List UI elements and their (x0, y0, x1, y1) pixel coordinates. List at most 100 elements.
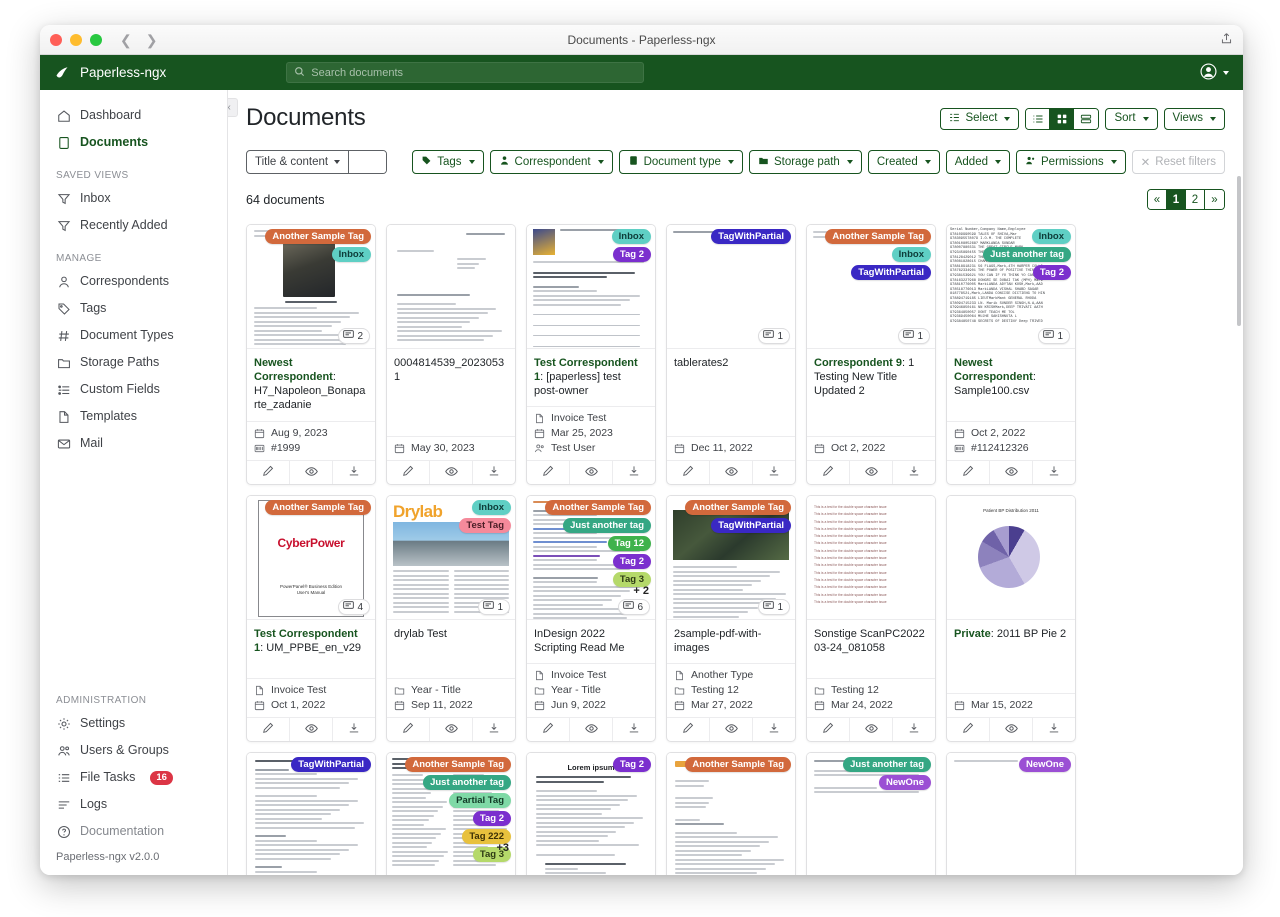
tag-pill[interactable]: Test Tag (459, 518, 511, 533)
tag-pill[interactable]: NewOne (1018, 757, 1071, 772)
minimize-window-button[interactable] (70, 33, 82, 46)
download-button[interactable] (333, 718, 375, 741)
download-button[interactable] (753, 461, 795, 484)
download-button[interactable] (473, 461, 515, 484)
edit-button[interactable] (387, 718, 430, 741)
preview-button[interactable] (850, 461, 893, 484)
document-card[interactable]: CyberPower PowerPanel® Business Edition Us… (246, 495, 376, 742)
sidebar-item-file-tasks[interactable]: File Tasks 16 (40, 764, 227, 791)
document-thumbnail[interactable]: Serial Number,Company Name,Employee 97810… (947, 225, 1075, 349)
tag-pill[interactable]: Tag 2 (472, 811, 511, 826)
document-thumbnail[interactable]: This is a test for the double space char… (807, 496, 935, 620)
document-card[interactable]: Serial Number,Company Name,Employee 97810… (946, 224, 1076, 485)
edit-button[interactable] (527, 461, 570, 484)
tag-pill[interactable]: TagWithPartial (711, 518, 791, 533)
tag-pill[interactable]: Another Sample Tag (405, 757, 511, 772)
sidebar-item-mail[interactable]: Mail (40, 430, 227, 457)
edit-button[interactable] (807, 461, 850, 484)
document-thumbnail[interactable] (387, 225, 515, 349)
edit-button[interactable] (387, 461, 430, 484)
document-card[interactable]: Another Sample Tag Inbox TagWithPartial 1 Co… (806, 224, 936, 485)
tag-pill[interactable]: Partial Tag (449, 793, 511, 808)
document-thumbnail[interactable]: Another Sample Tag Just another tag Partia… (387, 753, 515, 875)
share-icon[interactable] (1220, 32, 1233, 48)
tag-pill[interactable]: Inbox (891, 247, 931, 262)
tag-pill[interactable]: Tag 2 (612, 247, 651, 262)
download-button[interactable] (893, 461, 935, 484)
notes-badge[interactable]: 1 (758, 599, 790, 615)
tag-pill[interactable]: Just another tag (423, 775, 511, 790)
sidebar-item-custom-fields[interactable]: Custom Fields (40, 376, 227, 403)
document-thumbnail[interactable]: Lorem ipsum Tag 2 (527, 753, 655, 875)
document-thumbnail[interactable]: NewOne (947, 753, 1075, 875)
document-card[interactable]: Drylab Inbox Test Tag 1 drylab Test Year - Ti… (386, 495, 516, 742)
preview-button[interactable] (290, 718, 333, 741)
document-title[interactable]: Sonstige ScanPC2022 03-24_081058 (807, 620, 935, 663)
document-card[interactable]: Another Sample Tag (666, 752, 796, 875)
document-card[interactable]: TagWithPartialPrivate: French Country Br… (246, 752, 376, 875)
document-card[interactable]: Lorem ipsum Tag 2 (526, 752, 656, 875)
document-title[interactable]: tablerates2 (667, 349, 795, 391)
forward-icon[interactable]: ❯ (146, 33, 158, 47)
preview-button[interactable] (990, 718, 1033, 741)
tag-pill[interactable]: Another Sample Tag (265, 229, 371, 244)
sidebar-item-recently-added[interactable]: Recently Added (40, 212, 227, 239)
document-title[interactable]: Newest Correspondent: H7_Napoleon_Bonapa… (247, 349, 375, 420)
tag-pill[interactable]: TagWithPartial (851, 265, 931, 280)
edit-button[interactable] (247, 718, 290, 741)
document-thumbnail[interactable]: Another Sample Tag TagWithPartial 1 (667, 496, 795, 620)
filter-added-button[interactable]: Added (945, 150, 1010, 174)
filter-storage-path-button[interactable]: Storage path (748, 150, 862, 174)
preview-button[interactable] (710, 718, 753, 741)
filter-permissions-button[interactable]: Permissions (1016, 150, 1126, 174)
document-title[interactable]: drylab Test (387, 620, 515, 662)
notes-badge[interactable]: 1 (898, 328, 930, 344)
maximize-window-button[interactable] (90, 33, 102, 46)
scrollbar[interactable] (1237, 90, 1242, 875)
list-view-icon[interactable] (1026, 109, 1051, 129)
close-window-button[interactable] (50, 33, 62, 46)
preview-button[interactable] (430, 461, 473, 484)
preview-button[interactable] (990, 461, 1033, 484)
document-card[interactable]: Another Sample Tag Inbox 2 Newest Correspon… (246, 224, 376, 485)
download-button[interactable] (753, 718, 795, 741)
download-button[interactable] (1033, 718, 1075, 741)
reset-filters-button[interactable]: ✕ Reset filters (1131, 150, 1225, 174)
sidebar-item-inbox[interactable]: Inbox (40, 185, 227, 212)
tag-pill[interactable]: TagWithPartial (711, 229, 791, 244)
download-button[interactable] (613, 718, 655, 741)
tag-pill[interactable]: Tag 2 (612, 757, 651, 772)
sidebar-item-logs[interactable]: Logs (40, 791, 227, 818)
document-title[interactable]: Private: 2011 BP Pie 2 (947, 620, 1075, 662)
edit-button[interactable] (667, 461, 710, 484)
document-thumbnail[interactable]: Just another tag NewOne (807, 753, 935, 875)
tag-pill[interactable]: Another Sample Tag (545, 500, 651, 515)
preview-button[interactable] (570, 718, 613, 741)
filter-created-button[interactable]: Created (867, 150, 940, 174)
search-input[interactable] (311, 66, 637, 79)
pagination-page-2[interactable]: 2 (1186, 190, 1205, 209)
notes-badge[interactable]: 4 (338, 599, 370, 615)
tag-pill[interactable]: TagWithPartial (291, 757, 371, 772)
filter-document-type-button[interactable]: Document type (618, 150, 743, 174)
document-title[interactable]: InDesign 2022 Scripting Read Me (527, 620, 655, 663)
document-thumbnail[interactable]: Patient BP Distribution 2011 (947, 496, 1075, 620)
document-thumbnail[interactable]: TagWithPartial 1 (667, 225, 795, 349)
document-title[interactable]: Test Correspondent 1: [paperless] test p… (527, 349, 655, 406)
download-button[interactable] (893, 718, 935, 741)
sidebar-item-templates[interactable]: Templates (40, 403, 227, 430)
download-button[interactable] (473, 718, 515, 741)
download-button[interactable] (613, 461, 655, 484)
tag-pill[interactable]: Tag 2 (1032, 265, 1071, 280)
document-title[interactable]: Newest Correspondent: Sample100.csv (947, 349, 1075, 406)
sidebar-item-settings[interactable]: Settings (40, 710, 227, 737)
sidebar-item-documentation[interactable]: Documentation (40, 818, 227, 845)
filter-correspondent-button[interactable]: Correspondent (489, 150, 613, 174)
tag-pill[interactable]: Inbox (471, 500, 511, 515)
notes-badge[interactable]: 1 (478, 599, 510, 615)
document-card[interactable]: Another Sample Tag Just another tag Partia… (386, 752, 516, 875)
edit-button[interactable] (247, 461, 290, 484)
preview-button[interactable] (570, 461, 613, 484)
edit-button[interactable] (947, 718, 990, 741)
tag-pill[interactable]: Tag 12 (607, 536, 651, 551)
